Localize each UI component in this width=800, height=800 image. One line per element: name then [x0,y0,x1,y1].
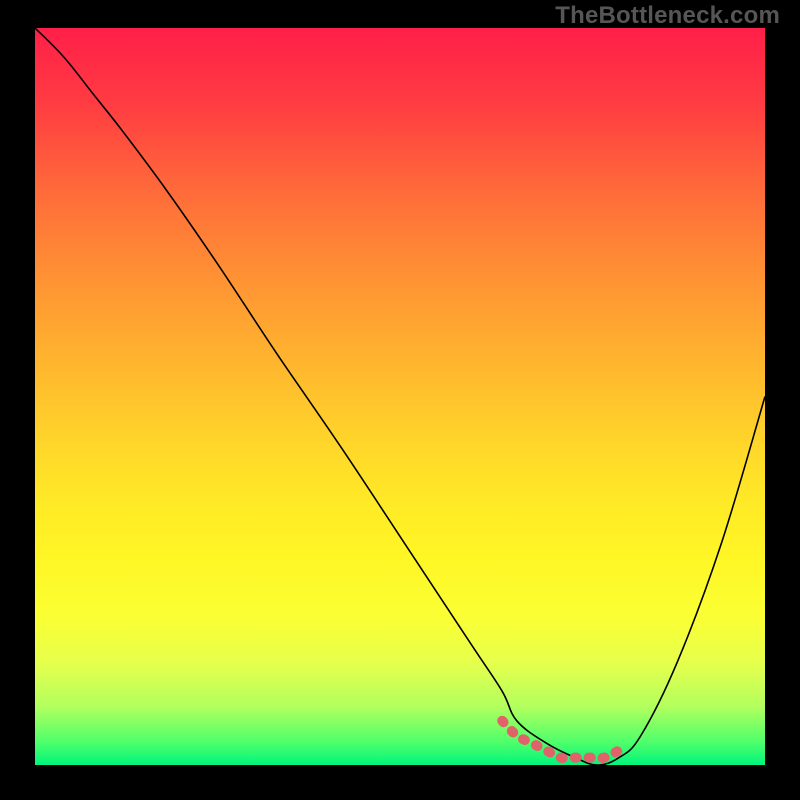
chart-frame: TheBottleneck.com [0,0,800,800]
trough-marker [502,721,619,758]
watermark-text: TheBottleneck.com [555,2,780,30]
bottleneck-curve [35,28,765,765]
curve-svg [35,28,765,765]
plot-area [35,28,765,765]
